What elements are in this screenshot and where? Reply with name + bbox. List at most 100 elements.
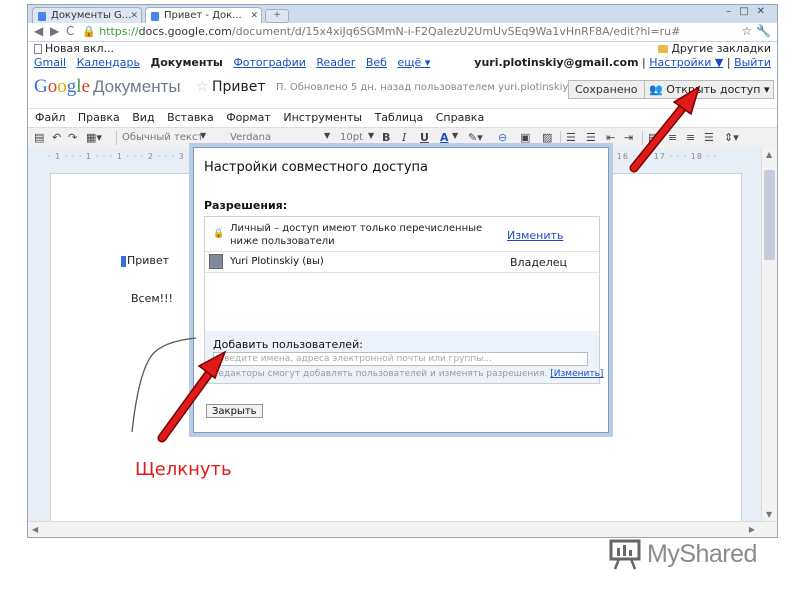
font-size-select[interactable]: 10pt <box>340 131 363 144</box>
align-center-icon[interactable]: ≡ <box>668 131 677 144</box>
close-tab-icon[interactable]: ✕ <box>250 8 258 23</box>
bullet-list-icon[interactable]: ☰ <box>586 131 596 144</box>
gbar-link-more[interactable]: ещё ▾ <box>397 56 430 69</box>
saved-button[interactable]: Сохранено <box>568 80 645 99</box>
align-left-icon[interactable]: ▤ <box>648 131 658 144</box>
bookmark-new-tab[interactable]: Новая вкл... <box>34 42 114 55</box>
url-host: docs.google.com <box>138 25 232 38</box>
image-icon[interactable]: ▨ <box>542 131 552 144</box>
menu-insert[interactable]: Вставка <box>167 109 214 127</box>
gbar-link-reader[interactable]: Reader <box>316 56 355 69</box>
print-icon[interactable]: ▤ <box>34 131 44 144</box>
scroll-thumb[interactable] <box>764 170 775 260</box>
redo-icon[interactable]: ↷ <box>68 131 77 144</box>
decrease-indent-icon[interactable]: ⇤ <box>606 131 615 144</box>
menu-file[interactable]: Файл <box>35 109 65 127</box>
star-icon[interactable]: ☆ <box>196 79 209 95</box>
highlight-icon[interactable]: ✎▾ <box>468 131 483 144</box>
google-bar: Gmail Календарь Документы Фотографии Rea… <box>28 55 777 70</box>
italic-button[interactable]: I <box>402 131 406 144</box>
style-select[interactable]: Обычный текст <box>122 131 203 144</box>
change-visibility-link[interactable]: Изменить <box>507 229 563 242</box>
gbar-link-gmail[interactable]: Gmail <box>34 56 66 69</box>
window-controls[interactable]: –□✕ <box>726 6 773 17</box>
numbered-list-icon[interactable]: ☰ <box>566 131 576 144</box>
scroll-down-icon[interactable]: ▼ <box>766 510 772 519</box>
vertical-scrollbar[interactable]: ▲ ▼ <box>761 148 777 521</box>
underline-button[interactable]: U <box>420 131 429 144</box>
align-justify-icon[interactable]: ☰ <box>704 131 714 144</box>
undo-icon[interactable]: ↶ <box>52 131 61 144</box>
click-annotation-label: Щелкнуть <box>135 459 232 480</box>
last-edited-status: П. Обновлено 5 дн. назад пользователем y… <box>276 82 569 93</box>
close-tab-icon[interactable]: ✕ <box>130 8 138 23</box>
wrench-menu-icon[interactable]: 🔧 <box>756 24 771 38</box>
gbar-link-photos[interactable]: Фотографии <box>233 56 306 69</box>
add-people-section: Добавить пользователей: Редакторы смогут… <box>205 331 603 383</box>
increase-indent-icon[interactable]: ⇥ <box>624 131 633 144</box>
paint-format-icon[interactable]: ▦▾ <box>86 131 102 144</box>
settings-link[interactable]: Настройки ▼ <box>649 56 723 69</box>
account-email: yuri.plotinskiy@gmail.com <box>474 56 639 69</box>
chevron-down-icon[interactable]: ▼ <box>368 131 374 140</box>
docs-favicon-icon <box>151 12 159 21</box>
comment-icon[interactable]: ▣ <box>520 131 530 144</box>
new-tab-button[interactable]: + <box>265 9 289 23</box>
back-icon[interactable]: ◀ <box>34 24 43 38</box>
close-button[interactable]: Закрыть <box>206 404 263 418</box>
menu-help[interactable]: Справка <box>436 109 484 127</box>
myshared-watermark: MyShared <box>607 535 767 575</box>
link-icon[interactable]: ⊖ <box>498 131 507 144</box>
lock-icon: 🔒 <box>213 229 225 239</box>
font-select[interactable]: Verdana <box>230 131 271 144</box>
forward-icon[interactable]: ▶ <box>50 24 59 38</box>
scroll-up-icon[interactable]: ▲ <box>766 150 772 159</box>
align-right-icon[interactable]: ≡ <box>686 131 695 144</box>
url-path: /document/d/15x4xiJq6SGMmN-i-F2QaIezU2Um… <box>231 25 681 38</box>
signout-link[interactable]: Выйти <box>734 56 771 69</box>
permissions-label: Разрешения: <box>204 199 288 212</box>
gbar-link-calendar[interactable]: Календарь <box>77 56 140 69</box>
gbar-link-docs[interactable]: Документы <box>150 56 222 69</box>
editors-change-link[interactable]: [Изменить] <box>550 369 603 379</box>
line-spacing-icon[interactable]: ⇕▾ <box>724 131 739 144</box>
scroll-right-icon[interactable]: ▶ <box>749 525 755 534</box>
docs-favicon-icon <box>38 12 46 21</box>
menu-edit[interactable]: Правка <box>78 109 120 127</box>
text-color-button[interactable]: A <box>440 131 449 144</box>
address-bar[interactable]: 🔒 https://docs.google.com/document/d/15x… <box>82 25 680 38</box>
address-bar-actions: ☆ 🔧 <box>741 24 771 38</box>
tab-documents[interactable]: Документы G... ✕ <box>32 7 142 23</box>
add-people-label: Добавить пользователей: <box>213 338 363 351</box>
chevron-down-icon[interactable]: ▼ <box>452 131 458 140</box>
bookmark-other[interactable]: Другие закладки <box>658 42 771 55</box>
folder-icon <box>658 45 669 53</box>
menu-tools[interactable]: Инструменты <box>283 109 362 127</box>
chevron-down-icon[interactable]: ▼ <box>200 131 206 140</box>
minimize-icon[interactable]: – <box>726 6 739 17</box>
editors-note: Редакторы смогут добавлять пользователей… <box>213 369 604 379</box>
url-scheme: https:// <box>99 25 139 38</box>
google-docs-logo[interactable]: Google Документы <box>34 76 181 98</box>
bookmark-star-icon[interactable]: ☆ <box>741 24 752 38</box>
reload-icon[interactable]: C <box>66 24 74 38</box>
add-people-input[interactable] <box>213 352 588 366</box>
menu-table[interactable]: Таблица <box>375 109 424 127</box>
watermark-text: MyShared <box>647 540 757 568</box>
chevron-down-icon[interactable]: ▼ <box>324 131 330 140</box>
maximize-icon[interactable]: □ <box>739 6 756 17</box>
visibility-description: Личный – доступ имеют только перечисленн… <box>230 223 483 247</box>
address-bar-row: ◀ ▶ C 🔒 https://docs.google.com/document… <box>28 23 777 42</box>
tab-strip: Документы G... ✕ Привет - Док... ✕ + –□✕ <box>28 5 777 23</box>
menu-format[interactable]: Формат <box>226 109 271 127</box>
menu-view[interactable]: Вид <box>132 109 154 127</box>
tab-privet[interactable]: Привет - Док... ✕ <box>145 7 262 23</box>
share-button[interactable]: 👥 Открыть доступ ▾ <box>644 80 775 99</box>
bold-button[interactable]: B <box>382 131 390 144</box>
avatar <box>209 254 223 269</box>
close-window-icon[interactable]: ✕ <box>757 6 773 17</box>
permissions-list: 🔒 Личный – доступ имеют только перечисле… <box>204 216 603 384</box>
document-title[interactable]: Привет <box>212 79 266 95</box>
scroll-left-icon[interactable]: ◀ <box>32 525 38 534</box>
gbar-link-web[interactable]: Веб <box>366 56 387 69</box>
